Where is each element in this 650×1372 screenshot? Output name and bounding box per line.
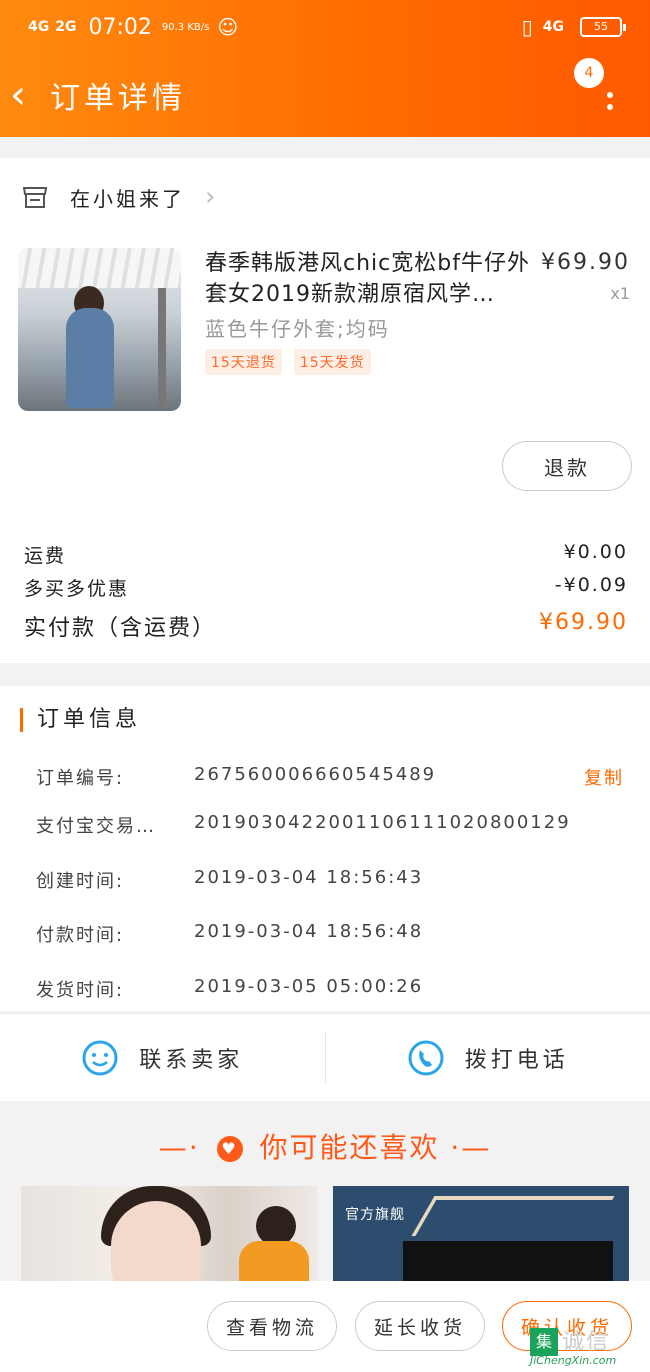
total-value: ¥69.90 (539, 610, 628, 635)
shop-row[interactable]: 在小姐来了 › (22, 180, 630, 214)
contact-seller-label: 联系卖家 (139, 1047, 244, 1073)
more-menu-button[interactable]: 4 (574, 58, 622, 118)
back-arrow-icon[interactable]: ‹ (10, 72, 44, 118)
page-title: 订单详情 (50, 81, 186, 116)
product-image[interactable] (18, 248, 181, 411)
shipping-row: 运费 ¥0.00 (24, 541, 628, 568)
total-label: 实付款（含运费） (24, 616, 217, 641)
phone-icon (408, 1040, 444, 1075)
recommend-section: —· ♥ 你可能还喜欢 ·— 官方旗舰 (0, 1101, 650, 1296)
copy-button[interactable]: 复制 (584, 764, 624, 790)
network-indicator-1: 4G (28, 19, 50, 35)
vibrate-icon: ▯ (521, 15, 533, 39)
official-store-flag: 官方旗舰 (345, 1207, 405, 1223)
watermark-logo: 集 (530, 1328, 558, 1356)
discount-value: -¥0.09 (554, 574, 628, 596)
clock: 07:02 (88, 14, 152, 40)
bottom-action-bar: 查看物流 延长收货 确认收货 集 诚信 JiChengXin.com (0, 1281, 650, 1372)
qq-icon: ☺ (217, 15, 239, 39)
created-time: 2019-03-04 18:56:43 (194, 867, 424, 888)
message-badge: 4 (574, 58, 604, 88)
shipping-value: ¥0.00 (563, 541, 628, 563)
app-header: 4G 2G 07:02 90.3 KB/s ☺ ▯ 4G 55 ‹ 订单详情 4 (0, 0, 650, 137)
order-number: 267560006660545489 (194, 764, 437, 785)
more-dot-icon (607, 104, 613, 110)
paid-time: 2019-03-04 18:56:48 (194, 921, 424, 942)
refund-button[interactable]: 退款 (502, 441, 632, 491)
title-dash-right: ·— (450, 1131, 492, 1164)
info-label: 发货时间: (36, 980, 125, 1001)
status-right: ▯ 4G 55 (521, 15, 626, 39)
product-title[interactable]: 春季韩版港风chic宽松bf牛仔外套女2019新款潮原宿风学… (205, 248, 535, 310)
tag-ship: 15天发货 (293, 349, 371, 375)
title-dash-left: —· (158, 1131, 200, 1164)
watermark-text: 诚信 (562, 1330, 611, 1355)
alipay-trade-number: 2019030422001106111020800129 (194, 812, 571, 833)
service-tags: 15天退货 15天发货 (205, 349, 371, 375)
call-phone-button[interactable]: 拨打电话 (326, 1014, 650, 1101)
info-row: 付款时间: 2019-03-04 18:56:48 (36, 921, 624, 947)
store-icon (22, 187, 48, 208)
info-row: 支付宝交易… 2019030422001106111020800129 (36, 812, 624, 838)
call-phone-label: 拨打电话 (464, 1047, 569, 1073)
info-label: 创建时间: (36, 871, 125, 892)
info-row: 发货时间: 2019-03-05 05:00:26 (36, 976, 624, 1002)
order-item-card: 在小姐来了 › 春季韩版港风chic宽松bf牛仔外套女2019新款潮原宿风学… … (0, 158, 650, 663)
site-watermark: 集 诚信 JiChengXin.com (530, 1324, 646, 1368)
recommend-item-image[interactable]: 官方旗舰 (333, 1186, 629, 1296)
battery-icon: 55 (580, 17, 626, 37)
chevron-right-icon: › (205, 182, 216, 212)
info-row: 订单编号: 267560006660545489 复制 (36, 764, 624, 790)
discount-row: 多买多优惠 -¥0.09 (24, 574, 628, 601)
tag-return: 15天退货 (205, 349, 282, 375)
product-price: ¥69.90 (541, 250, 630, 275)
discount-label: 多买多优惠 (24, 578, 130, 600)
network-speed: 90.3 KB/s (161, 21, 210, 33)
info-label: 付款时间: (36, 925, 125, 946)
status-bar: 4G 2G 07:02 90.3 KB/s ☺ ▯ 4G 55 (28, 10, 626, 44)
recommend-title: —· ♥ 你可能还喜欢 ·— (0, 1126, 650, 1166)
info-label: 订单编号: (36, 768, 125, 789)
recommend-item-image[interactable] (21, 1186, 317, 1296)
shipped-time: 2019-03-05 05:00:26 (194, 976, 424, 997)
order-info-title: 订单信息 (20, 708, 141, 732)
network-indicator-3: 4G (542, 19, 564, 35)
heart-icon: ♥ (216, 1136, 243, 1162)
recommend-title-text: 你可能还喜欢 (259, 1131, 440, 1164)
shop-name[interactable]: 在小姐来了 (70, 183, 185, 212)
more-dot-icon (607, 92, 613, 98)
order-info-card: 订单信息 订单编号: 267560006660545489 复制 支付宝交易… … (0, 686, 650, 1011)
nav-bar: ‹ 订单详情 4 (0, 58, 650, 120)
product-spec: 蓝色牛仔外套;均码 (205, 317, 390, 341)
contact-seller-button[interactable]: 联系卖家 (0, 1014, 325, 1101)
total-row: 实付款（含运费） ¥69.90 (24, 610, 628, 642)
watermark-url: JiChengXin.com (530, 1354, 617, 1367)
network-indicator-2: 2G (55, 19, 77, 35)
extend-receipt-button[interactable]: 延长收货 (355, 1301, 485, 1351)
view-logistics-button[interactable]: 查看物流 (207, 1301, 337, 1351)
product-quantity: x1 (610, 284, 630, 303)
contact-bar: 联系卖家 拨打电话 (0, 1013, 650, 1101)
info-label: 支付宝交易… (36, 816, 156, 837)
info-row: 创建时间: 2019-03-04 18:56:43 (36, 867, 624, 893)
chat-smile-icon (82, 1040, 118, 1075)
shipping-label: 运费 (24, 545, 67, 567)
